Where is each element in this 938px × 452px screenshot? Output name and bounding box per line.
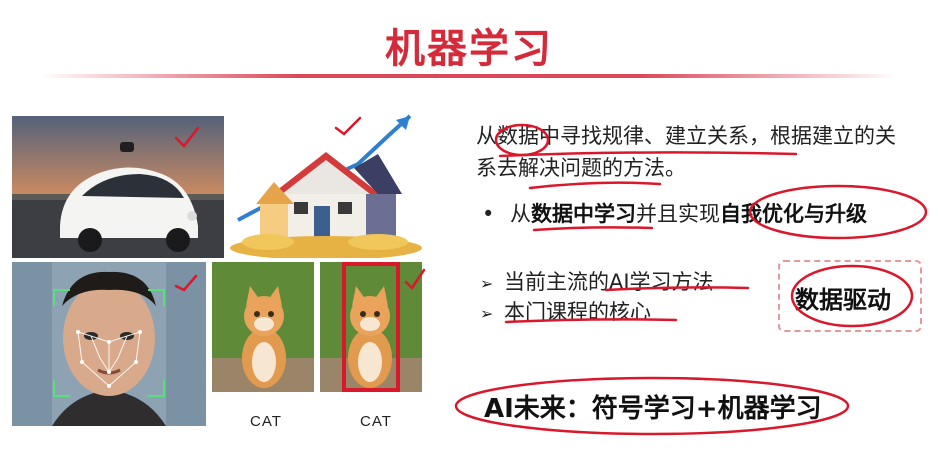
bullet-prefix: 从 — [510, 202, 531, 226]
arrow-item-course-core: ➢ 本门课程的核心 — [480, 296, 651, 326]
self-driving-car-image — [12, 116, 224, 258]
data-driven-label: 数据驱动 — [795, 286, 891, 314]
cat-image-left — [212, 262, 314, 392]
title-divider — [40, 74, 898, 78]
face-recognition-image — [12, 262, 206, 426]
arrow-marker-icon: ➢ — [480, 274, 494, 293]
cat-label-left: CAT — [250, 413, 282, 430]
bullet-marker: • — [482, 202, 495, 226]
arrow-marker-icon: ➢ — [480, 304, 494, 323]
arrow-item-label: 本门课程的核心 — [504, 300, 651, 324]
bullet-item: • 从数据中学习并且实现自我优化与升级 — [482, 198, 867, 228]
slide-title: 机器学习 — [385, 26, 553, 72]
house-growth-image — [228, 108, 424, 258]
arrow-item-mainstream: ➢ 当前主流的AI学习方法 — [480, 266, 714, 296]
bullet-middle: 并且实现 — [636, 202, 720, 226]
bullet-bold-self-optimize: 自我优化与升级 — [720, 202, 867, 226]
cat-label-right: CAT — [360, 413, 392, 430]
cat-image-right — [320, 262, 422, 392]
bullet-bold-learn-from-data: 数据中学习 — [531, 202, 636, 226]
description-text: 从数据中寻找规律、建立关系，根据建立的关系去解决问题的方法。 — [476, 124, 896, 180]
future-statement: AI未来：符号学习+机器学习 — [484, 394, 822, 424]
arrow-item-label: 当前主流的AI学习方法 — [504, 270, 714, 294]
